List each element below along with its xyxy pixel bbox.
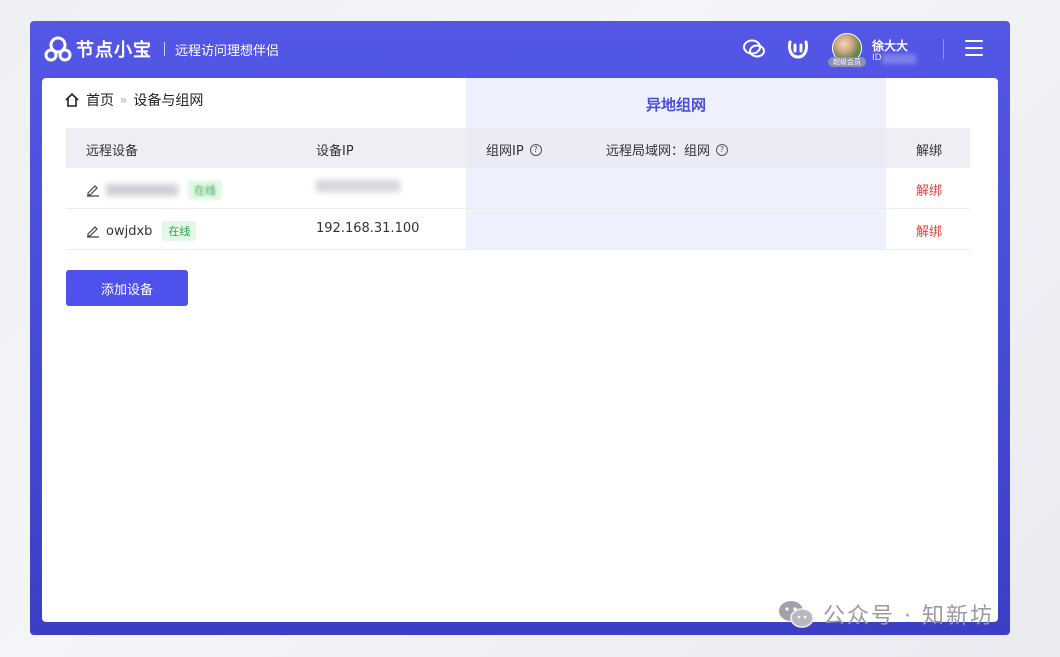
main-content: 异地组网 首页 » 设备与组网 远程设备 设备IP 组网IP ? 远程局域网：组… <box>42 78 998 622</box>
remote-network-title: 异地组网 <box>645 96 706 114</box>
menu-icon[interactable] <box>965 40 983 56</box>
table-header: 远程设备 设备IP 组网IP ? 远程局域网：组网 ? 解绑 <box>66 128 970 168</box>
user-id-obscured <box>882 54 916 64</box>
status-badge: 在线 <box>188 180 222 200</box>
brand-w-icon[interactable] <box>786 37 810 61</box>
edit-icon[interactable] <box>86 183 100 197</box>
app-name: 节点小宝 <box>76 40 152 61</box>
vip-badge: 超级会员 <box>828 57 866 67</box>
breadcrumb-separator-icon: » <box>120 93 128 107</box>
col-device: 远程设备 <box>86 144 139 159</box>
help-icon[interactable]: ? <box>716 143 729 156</box>
logo[interactable]: 节点小宝 远程访问理想伴侣 <box>43 35 279 63</box>
app-slogan: 远程访问理想伴侣 <box>175 43 280 59</box>
device-name-obscured <box>106 184 178 196</box>
col-unbind: 解绑 <box>916 144 943 159</box>
header-divider <box>943 39 944 59</box>
user-id: ID <box>872 53 882 63</box>
unbind-button[interactable]: 解绑 <box>916 180 942 199</box>
app-window: 节点小宝 远程访问理想伴侣 超级会员 徐大大 ID 异地组网 首页 » 设备与组… <box>30 21 1010 635</box>
wechat-icon <box>779 601 814 628</box>
device-name: owjdxb <box>106 223 153 239</box>
edit-icon[interactable] <box>86 224 100 238</box>
device-table: 远程设备 设备IP 组网IP ? 远程局域网：组网 ? 解绑 在线 解绑 owj… <box>66 128 970 250</box>
logo-icon <box>44 36 72 62</box>
home-icon[interactable] <box>64 92 80 108</box>
watermark: 公众号 · 知新坊 <box>777 598 994 630</box>
logo-divider <box>164 42 165 56</box>
col-device-ip: 设备IP <box>316 144 354 159</box>
status-badge: 在线 <box>162 221 197 241</box>
breadcrumb-current: 设备与组网 <box>133 93 204 109</box>
device-ip: 192.168.31.100 <box>316 221 420 236</box>
device-ip-obscured <box>316 180 400 192</box>
help-icon[interactable]: ? <box>529 143 542 156</box>
table-row: 在线 解绑 <box>66 168 970 209</box>
col-remote-lan: 远程局域网：组网 ? <box>606 140 729 159</box>
breadcrumb-home[interactable]: 首页 <box>86 90 114 110</box>
breadcrumb: 首页 » 设备与组网 <box>64 90 203 110</box>
col-group-ip: 组网IP ? <box>486 140 542 159</box>
unbind-button[interactable]: 解绑 <box>916 221 942 240</box>
watermark-text: 公众号 · 知新坊 <box>823 604 994 629</box>
chat-icon[interactable] <box>742 37 766 61</box>
header: 节点小宝 远程访问理想伴侣 超级会员 徐大大 ID <box>30 21 1010 78</box>
table-row: owjdxb 在线 192.168.31.100 解绑 <box>66 209 970 250</box>
add-device-button[interactable]: 添加设备 <box>66 270 188 306</box>
user-name[interactable]: 徐大大 <box>872 37 908 54</box>
